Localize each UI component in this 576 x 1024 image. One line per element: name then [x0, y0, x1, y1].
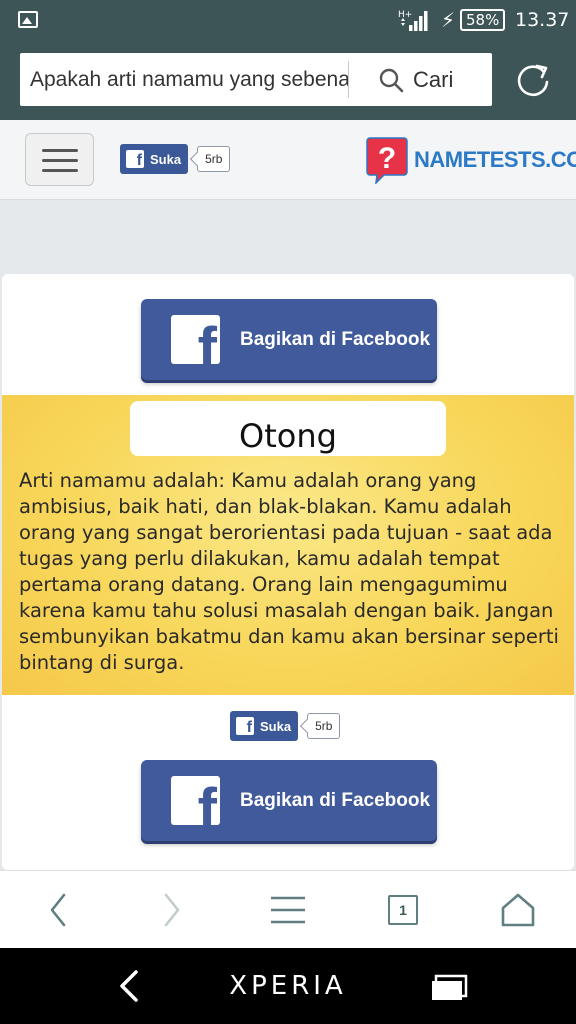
back-arrow-icon [50, 893, 66, 927]
forward-arrow-icon [164, 893, 180, 927]
tabs-icon: 1 [388, 895, 418, 925]
search-divider [348, 61, 349, 98]
facebook-icon: f [126, 150, 144, 168]
hamburger-line [42, 169, 78, 172]
result-card: f Bagikan di Facebook Otong Arti namamu … [2, 274, 574, 870]
hamburger-menu-button[interactable] [25, 133, 94, 186]
like-label: Suka [260, 718, 292, 734]
status-bar: H+ ⚡ 58% 13.37 [0, 0, 576, 40]
signal-icon: H+ [398, 10, 428, 31]
menu-icon [271, 896, 305, 924]
device-brand: XPERIA [229, 971, 347, 1001]
forward-button[interactable] [142, 871, 202, 949]
home-icon [501, 893, 535, 927]
facebook-like-button-bottom[interactable]: f Suka [230, 711, 299, 741]
facebook-like-widget-bottom: f Suka 5rb [230, 711, 341, 741]
search-button-label: Cari [413, 67, 454, 92]
result-description: Arti namamu adalah: Kamu adalah orang ya… [19, 469, 559, 674]
result-panel: Otong Arti namamu adalah: Kamu adalah or… [2, 395, 574, 695]
charging-icon: ⚡ [441, 8, 456, 32]
logo-text: NAMETESTS.COM [414, 147, 576, 172]
hamburger-line [42, 159, 78, 162]
name-box: Otong [130, 401, 446, 456]
like-count: 5rb [307, 713, 341, 739]
search-button[interactable]: Cari [360, 53, 490, 106]
site-header: f Suka 5rb ? NAMETESTS.COM [0, 120, 576, 200]
home-button[interactable] [488, 871, 548, 949]
hamburger-icon [42, 149, 78, 152]
result-name: Otong [239, 417, 337, 455]
search-input[interactable]: Apakah arti namamu yang sebenarnya? [30, 53, 348, 106]
question-bubble-icon: ? [366, 137, 408, 184]
like-count: 5rb [197, 146, 231, 172]
reload-icon[interactable] [513, 60, 553, 100]
battery-level: 58% [460, 9, 506, 31]
menu-button[interactable] [258, 871, 318, 949]
facebook-like-button[interactable]: f Suka [120, 144, 189, 174]
site-logo[interactable]: ? NAMETESTS.COM [366, 136, 576, 184]
browser-address-bar: Apakah arti namamu yang sebenarnya? Cari [0, 40, 576, 120]
facebook-icon: f [171, 315, 220, 364]
share-facebook-button-bottom[interactable]: f Bagikan di Facebook [141, 760, 437, 841]
share-facebook-label: Bagikan di Facebook [240, 329, 431, 350]
facebook-like-widget: f Suka 5rb [120, 144, 231, 174]
back-button[interactable] [28, 871, 88, 949]
search-box: Apakah arti namamu yang sebenarnya? Cari [20, 53, 492, 106]
tabs-button[interactable]: 1 [373, 871, 433, 949]
facebook-icon: f [236, 717, 254, 735]
network-type: H+ [398, 10, 412, 20]
recent-apps-icon[interactable] [430, 972, 470, 1002]
search-icon [379, 68, 404, 93]
like-label: Suka [150, 151, 182, 167]
browser-toolbar: 1 [0, 870, 576, 948]
system-nav-bar: XPERIA [0, 948, 576, 1024]
share-facebook-button-top[interactable]: f Bagikan di Facebook [141, 299, 437, 380]
clock: 13.37 [515, 9, 570, 31]
svg-text:?: ? [378, 142, 396, 175]
share-facebook-label: Bagikan di Facebook [240, 790, 431, 811]
facebook-icon: f [171, 776, 220, 825]
image-icon [18, 11, 38, 28]
